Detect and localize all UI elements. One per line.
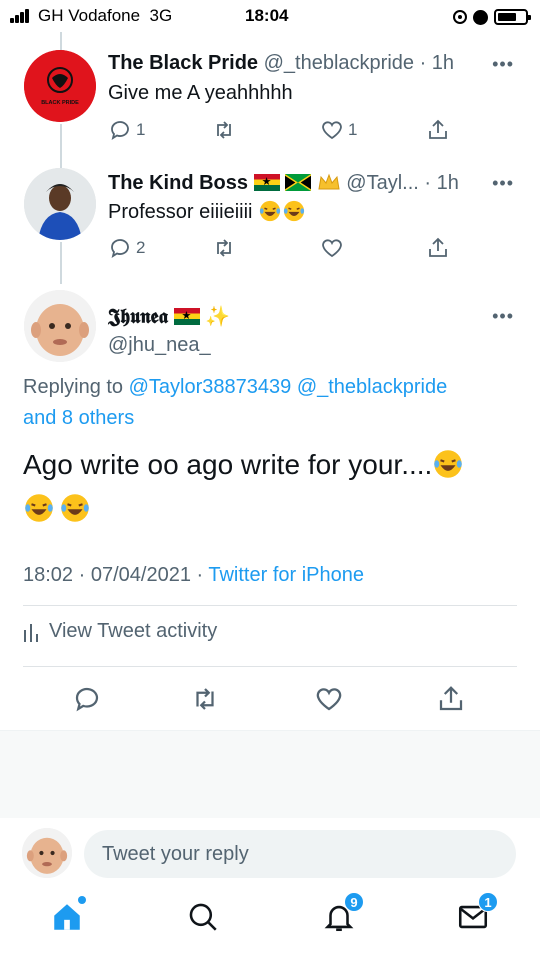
retweet-icon[interactable] (190, 684, 220, 714)
reply-button[interactable]: 2 (108, 234, 145, 262)
view-activity-button[interactable]: View Tweet activity (23, 620, 217, 643)
battery-icon (494, 9, 531, 25)
search-icon (189, 903, 217, 931)
reply-count: 2 (136, 238, 146, 257)
network-type: 3G (149, 6, 173, 25)
tweet-age: · 1h (424, 172, 459, 194)
orientation-lock-icon (453, 10, 467, 24)
view-activity-label: View Tweet activity (49, 620, 218, 642)
laughing-emoji-icon (282, 200, 306, 222)
sparkles-icon: ✨ (205, 306, 231, 328)
tab-bar: 9 1 (0, 892, 540, 960)
tweet-text: Give me A yeahhhhh (108, 82, 293, 104)
status-bar: GH Vodafone 3G 18:04 (0, 0, 540, 32)
reply-icon[interactable] (72, 684, 102, 714)
tweet-age: · 1h (419, 52, 455, 74)
ghana-flag-icon (173, 308, 200, 325)
more-icon[interactable]: ••• (492, 54, 514, 75)
share-icon (429, 119, 447, 139)
notifications-badge: 9 (344, 892, 364, 912)
reply-count: 1 (136, 120, 146, 139)
home-icon (54, 904, 80, 930)
tweet-time: 18:02 (23, 564, 74, 586)
retweet-icon (217, 239, 231, 257)
tab-search[interactable] (186, 900, 220, 936)
tweet-meta: 18:02 · 07/04/2021 · Twitter for iPhone (23, 564, 364, 587)
tweet-text-row: Professor eiiieiiii (108, 200, 306, 224)
status-time: 18:04 (245, 6, 289, 25)
tweet-header: The Black Pride @_theblackpride · 1h (108, 52, 454, 75)
alarm-icon (473, 9, 488, 25)
focused-tweet-text: Ago write oo ago write for your.... (23, 449, 433, 480)
display-name[interactable]: The Black Pride (108, 52, 258, 74)
laughing-emoji-icon (59, 492, 91, 522)
messages-badge: 1 (478, 892, 498, 912)
share-button[interactable] (426, 116, 450, 144)
more-icon[interactable]: ••• (492, 306, 514, 327)
reply-input[interactable] (84, 830, 516, 878)
composer-avatar (22, 828, 72, 878)
tweet-actions: 2 (108, 234, 488, 262)
carrier-name: GH Vodafone (38, 6, 141, 25)
retweet-button[interactable] (212, 234, 236, 262)
divider (23, 666, 517, 667)
tweet-actions: 1 1 (108, 116, 488, 144)
more-icon[interactable]: ••• (492, 173, 514, 194)
like-count: 1 (348, 120, 358, 139)
avatar-logo-text: BLACK PRIDE (41, 100, 79, 106)
thread-line (60, 32, 62, 50)
tweet-date: · 07/04/2021 · (78, 564, 204, 586)
handle[interactable]: @jhu_nea_ (108, 334, 211, 357)
tab-messages[interactable]: 1 (456, 892, 498, 936)
avatar[interactable] (24, 168, 96, 240)
reply-icon (111, 239, 129, 258)
share-button[interactable] (426, 234, 450, 262)
handle[interactable]: @Tayl... (346, 172, 419, 194)
like-icon[interactable] (314, 684, 344, 714)
ghana-flag-icon (253, 174, 280, 191)
replying-to-mentions[interactable]: @Taylor38873439 @_theblackpride (129, 376, 448, 398)
thread-line (60, 242, 62, 284)
display-name[interactable]: 𝕵𝖍𝖚𝖓𝖊𝖆 (108, 304, 168, 328)
like-button[interactable] (320, 234, 344, 262)
replying-to-prefix: Replying to (23, 376, 124, 398)
analytics-icon (24, 623, 38, 642)
home-dot (78, 896, 86, 904)
laughing-emoji-icon (23, 492, 55, 522)
reply-button[interactable]: 1 (108, 116, 145, 144)
display-name[interactable]: The Kind Boss (108, 172, 248, 194)
divider (23, 605, 517, 606)
spacer-band (0, 730, 540, 818)
reply-composer[interactable] (84, 830, 516, 878)
status-icons (453, 6, 531, 28)
jamaica-flag-icon (285, 174, 312, 191)
tweet-text: Professor eiiieiiii (108, 201, 253, 223)
replying-to-others[interactable]: and 8 others (23, 407, 134, 429)
signal-icon (10, 9, 34, 23)
replying-to: Replying to @Taylor38873439 @_theblackpr… (23, 372, 523, 434)
like-button[interactable]: 1 (320, 116, 357, 144)
focused-tweet-actions (0, 684, 540, 716)
tab-notifications[interactable]: 9 (322, 892, 364, 936)
carrier: GH Vodafone 3G (38, 6, 172, 26)
avatar[interactable] (24, 290, 96, 362)
share-icon (429, 237, 447, 257)
reply-icon (111, 121, 129, 140)
avatar[interactable]: BLACK PRIDE (24, 50, 96, 122)
retweet-icon (217, 121, 231, 139)
laughing-emoji-icon (258, 200, 282, 222)
retweet-button[interactable] (212, 116, 240, 144)
like-icon (322, 121, 342, 140)
thread-line (60, 124, 62, 168)
tweet-header: The Kind Boss @Tayl... · 1h (108, 171, 459, 195)
like-icon (322, 239, 342, 258)
crown-icon (317, 171, 341, 193)
share-icon[interactable] (436, 684, 466, 714)
tab-home[interactable] (50, 896, 86, 936)
laughing-emoji-icon (432, 448, 464, 478)
focused-tweet-text-block: Ago write oo ago write for your.... (23, 443, 513, 531)
handle[interactable]: @_theblackpride (264, 52, 414, 74)
tweet-header: 𝕵𝖍𝖚𝖓𝖊𝖆 ✨ (108, 304, 230, 329)
tweet-source[interactable]: Twitter for iPhone (208, 564, 364, 586)
